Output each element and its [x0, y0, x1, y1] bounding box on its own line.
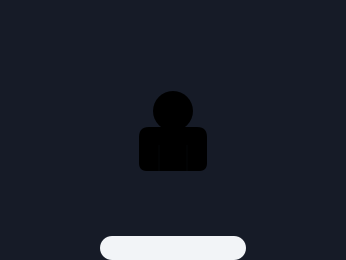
user-avatar-icon — [139, 89, 207, 171]
primary-action-button[interactable] — [100, 236, 246, 260]
profile-screen — [0, 0, 346, 260]
user-silhouette-icon — [139, 91, 207, 171]
